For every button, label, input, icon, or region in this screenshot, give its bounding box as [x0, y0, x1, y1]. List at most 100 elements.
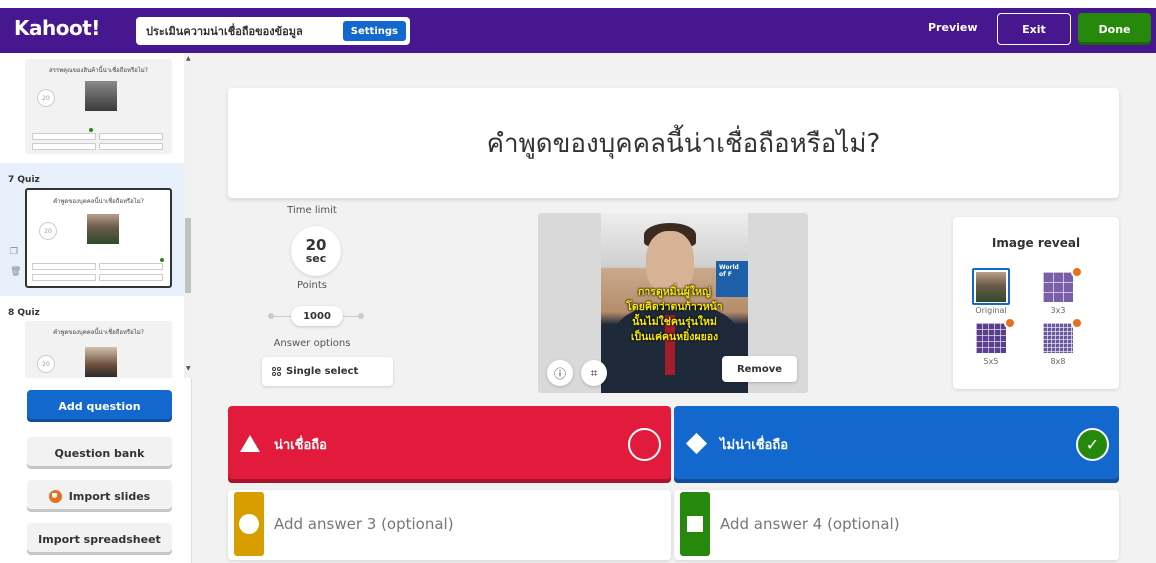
- answer-1-text[interactable]: น่าเชื่อถือ: [274, 434, 327, 455]
- mark-correct-toggle[interactable]: [628, 428, 661, 461]
- done-button[interactable]: Done: [1078, 13, 1151, 45]
- slide-thumbnail-question: คำพูดของบุคคลนี้น่าเชื่อถือหรือไม่?: [53, 329, 144, 336]
- thumbnail-answer: [99, 263, 163, 270]
- premium-badge-icon: [1071, 266, 1083, 278]
- import-spreadsheet-button[interactable]: Import spreadsheet: [27, 523, 172, 555]
- answer-2-text[interactable]: ไม่น่าเชื่อถือ: [720, 434, 788, 455]
- time-limit-unit: sec: [305, 252, 327, 265]
- image-caption-line: เป็นแค่คนหยิ่งผยอง: [630, 331, 719, 343]
- answer-3-input[interactable]: Add answer 3 (optional): [274, 515, 454, 533]
- thumbnail-answer: [99, 143, 163, 150]
- slide-thumbnail-question: สรรพคุณของสินค้านี้น่าเชื่อถือหรือไม่?: [49, 67, 148, 74]
- slide-thumbnail-timer: 20: [37, 89, 55, 107]
- add-question-button[interactable]: Add question: [27, 390, 172, 422]
- correct-check-icon[interactable]: ✓: [1076, 428, 1109, 461]
- slide-label: 8 Quiz: [8, 308, 40, 318]
- slide-item[interactable]: 8 Quiz คำพูดของบุคคลนี้น่าเชื่อถือหรือไม…: [0, 296, 184, 378]
- points-slider-dot[interactable]: [358, 313, 364, 319]
- points-value[interactable]: 1000: [291, 306, 343, 326]
- duplicate-icon[interactable]: ❐: [10, 247, 18, 257]
- answer-3-shape: [234, 492, 264, 556]
- slide-thumbnail-image: [85, 81, 117, 111]
- premium-badge-icon: [1071, 317, 1083, 329]
- answer-4-input[interactable]: Add answer 4 (optional): [720, 515, 900, 533]
- answer-options-value: Single select: [286, 366, 359, 377]
- time-limit-selector[interactable]: 20 sec: [291, 226, 341, 276]
- scroll-down-arrow-icon[interactable]: ▼: [186, 365, 191, 372]
- correct-answer-dot: [89, 128, 93, 132]
- slide-thumbnail-timer: 20: [37, 355, 55, 373]
- thumbnail-answer: [32, 274, 96, 281]
- correct-answer-dot: [160, 258, 164, 262]
- slide-label: 7 Quiz: [8, 175, 40, 185]
- time-limit-label: Time limit: [287, 205, 337, 216]
- slides-sidebar: สรรพคุณของสินค้านี้น่าเชื่อถือหรือไม่? 2…: [0, 53, 192, 563]
- reveal-option-label: Original: [975, 306, 1007, 315]
- image-caption-line: การดูหมิ่นผู้ใหญ่: [638, 286, 711, 298]
- top-bar-background: Kahoot! ประเมินความน่าเชื่อถือของข้อมูล …: [0, 8, 1156, 53]
- image-caption-line: นั้นไม่ใช่คนรุ่นใหม่: [632, 316, 717, 328]
- image-caption: การดูหมิ่นผู้ใหญ่ โดยคิดว่าตนก้าวหน้า นั…: [601, 285, 748, 345]
- slide-thumbnail[interactable]: สรรพคุณของสินค้านี้น่าเชื่อถือหรือไม่? 2…: [25, 59, 172, 154]
- answer-3[interactable]: Add answer 3 (optional): [228, 490, 671, 560]
- image-caption-line: โดยคิดว่าตนก้าวหน้า: [626, 301, 723, 313]
- slide-thumbnail[interactable]: คำพูดของบุคคลนี้น่าเชื่อถือหรือไม่? 20: [25, 321, 172, 378]
- single-select-icon: [272, 367, 281, 376]
- reveal-option-label: 8x8: [1050, 357, 1066, 366]
- trash-icon[interactable]: 🗑: [10, 267, 21, 277]
- question-bank-button[interactable]: Question bank: [27, 437, 172, 469]
- slide-item[interactable]: สรรพคุณของสินค้านี้น่าเชื่อถือหรือไม่? 2…: [0, 53, 184, 163]
- premium-badge-icon: [1004, 317, 1016, 329]
- points-slider-dot[interactable]: [268, 313, 274, 319]
- image-reveal-panel: Image reveal Original 3x3 5x5 8x8: [953, 217, 1119, 389]
- slides-list[interactable]: สรรพคุณของสินค้านี้น่าเชื่อถือหรือไม่? 2…: [0, 53, 192, 378]
- slide-thumbnail-timer: 20: [39, 222, 57, 240]
- reveal-thumbnail: [1043, 272, 1073, 302]
- thumbnail-answer: [32, 263, 96, 270]
- scroll-up-arrow-icon[interactable]: ▲: [186, 55, 191, 62]
- import-slides-button[interactable]: Import slides: [27, 480, 172, 512]
- sidebar-scrollbar[interactable]: [184, 53, 192, 378]
- import-slides-icon: [48, 489, 62, 503]
- slide-thumbnail-image: [87, 214, 119, 244]
- preview-button[interactable]: Preview: [928, 21, 978, 34]
- kahoot-logo[interactable]: Kahoot!: [14, 16, 100, 40]
- info-icon[interactable]: ⓘ: [547, 360, 573, 386]
- sidebar-scrollbar-thumb[interactable]: [185, 218, 191, 293]
- slide-thumbnail[interactable]: คำพูดของบุคคลนี้น่าเชื่อถือหรือไม่? 20: [25, 188, 172, 288]
- square-icon: [687, 516, 703, 532]
- kahoot-title-field[interactable]: ประเมินความน่าเชื่อถือของข้อมูล Settings: [136, 17, 410, 45]
- time-limit-value: 20: [305, 236, 327, 254]
- triangle-icon: [240, 435, 260, 452]
- answer-4-shape: [680, 492, 710, 556]
- answer-4[interactable]: Add answer 4 (optional): [674, 490, 1119, 560]
- question-text: คำพูดของบุคคลนี้น่าเชื่อถือหรือไม่?: [486, 128, 881, 159]
- image-reveal-title: Image reveal: [991, 236, 1081, 250]
- reveal-option-label: 5x5: [983, 357, 999, 366]
- import-slides-label: Import slides: [68, 489, 151, 503]
- image-face: [646, 231, 694, 293]
- thumbnail-answer: [99, 274, 163, 281]
- reveal-option-label: 3x3: [1050, 306, 1066, 315]
- answer-1[interactable]: น่าเชื่อถือ: [228, 406, 671, 483]
- thumbnail-answer: [32, 143, 96, 150]
- diamond-icon: [685, 432, 708, 455]
- remove-image-button[interactable]: Remove: [722, 356, 797, 382]
- answer-options-select[interactable]: Single select: [262, 357, 393, 386]
- crop-icon[interactable]: ⌗: [581, 360, 607, 386]
- slide-thumbnail-question: คำพูดของบุคคลนี้น่าเชื่อถือหรือไม่?: [53, 198, 144, 205]
- slide-thumbnail-image: [85, 347, 117, 377]
- answer-2[interactable]: ไม่น่าเชื่อถือ ✓: [674, 406, 1119, 483]
- thumbnail-answer: [99, 133, 163, 140]
- thumbnail-answer: [32, 133, 96, 140]
- slide-item-active[interactable]: 7 Quiz คำพูดของบุคคลนี้น่าเชื่อถือหรือไม…: [0, 163, 184, 296]
- reveal-thumbnail: [976, 272, 1006, 302]
- settings-button[interactable]: Settings: [342, 21, 406, 41]
- exit-button[interactable]: Exit: [997, 13, 1071, 45]
- reveal-thumbnail: [1043, 323, 1073, 353]
- points-label: Points: [296, 280, 328, 291]
- question-title-field[interactable]: คำพูดของบุคคลนี้น่าเชื่อถือหรือไม่?: [228, 88, 1119, 198]
- reveal-thumbnail: [976, 323, 1006, 353]
- top-bar: Kahoot! ประเมินความน่าเชื่อถือของข้อมูล …: [0, 0, 1156, 53]
- points-selector[interactable]: 1000: [264, 306, 368, 326]
